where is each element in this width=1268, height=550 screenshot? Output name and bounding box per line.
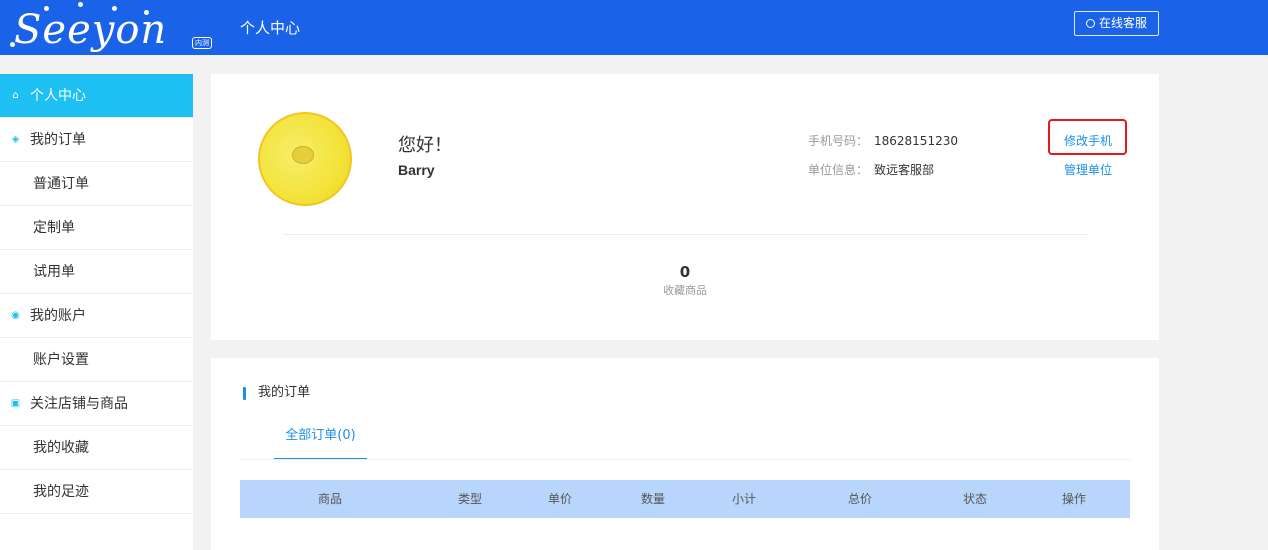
page-title: 个人中心 — [240, 19, 301, 37]
sidebar-item-label: 我的账户 — [30, 308, 86, 324]
logo-wordmark: Seeyon — [14, 7, 168, 53]
sidebar-item-followed-stores[interactable]: ▣ 关注店铺与商品 — [0, 382, 193, 426]
sidebar-item-label: 试用单 — [33, 264, 75, 280]
online-service-button[interactable]: 在线客服 — [1074, 11, 1159, 36]
seeyon-logo[interactable]: Seeyon 内测 — [4, 2, 214, 54]
unit-label: 单位信息： — [808, 163, 869, 177]
avatar[interactable] — [258, 112, 352, 206]
phone-label: 手机号码： — [808, 134, 869, 148]
online-service-label: 在线客服 — [1098, 16, 1147, 30]
heart-icon: ▣ — [10, 398, 21, 409]
column-header: 总价 — [847, 492, 872, 506]
account-icon: ◉ — [11, 310, 20, 321]
sidebar: ⌂ 个人中心 ◈ 我的订单 普通订单 定制单 试用单 ◉ 我的账户 账户设置 ▣… — [0, 74, 193, 550]
column-header: 单价 — [547, 492, 572, 506]
orders-table-header: 商品 类型 单价 数量 小计 总价 状态 操作 — [240, 480, 1130, 518]
layers-icon: ◈ — [11, 134, 20, 145]
change-phone-link[interactable]: 修改手机 — [1064, 133, 1112, 149]
column-header: 状态 — [962, 492, 987, 506]
sidebar-item-label: 个人中心 — [30, 88, 86, 104]
section-marker — [243, 387, 246, 400]
column-header: 数量 — [640, 492, 665, 506]
favorites-count[interactable]: 0 — [640, 262, 730, 282]
avatar-image-detail — [292, 146, 314, 164]
sidebar-item-label: 我的订单 — [30, 132, 86, 148]
sidebar-item-my-orders[interactable]: ◈ 我的订单 — [0, 118, 193, 162]
beta-badge: 内测 — [192, 37, 212, 49]
sidebar-item-label: 定制单 — [33, 220, 75, 236]
sidebar-item-my-favorites[interactable]: 我的收藏 — [0, 426, 193, 470]
home-icon: ⌂ — [12, 90, 19, 101]
column-header: 操作 — [1061, 492, 1086, 506]
favorites-label[interactable]: 收藏商品 — [640, 284, 730, 298]
sidebar-item-personal-center[interactable]: ⌂ 个人中心 — [0, 74, 193, 118]
orders-section-title: 我的订单 — [258, 385, 311, 400]
sidebar-item-label: 我的收藏 — [33, 440, 89, 456]
manage-unit-link[interactable]: 管理单位 — [1064, 162, 1112, 178]
column-header: 类型 — [457, 492, 482, 506]
column-header: 商品 — [317, 492, 342, 506]
sidebar-item-label: 我的足迹 — [33, 484, 89, 500]
top-bar: Seeyon 内测 个人中心 在线客服 — [0, 0, 1268, 55]
phone-value: 18628151230 — [874, 134, 958, 148]
sidebar-item-trial-orders[interactable]: 试用单 — [0, 250, 193, 294]
sidebar-item-label: 账户设置 — [33, 352, 89, 368]
unit-value: 致远客服部 — [874, 163, 935, 177]
sidebar-item-my-footprints[interactable]: 我的足迹 — [0, 470, 193, 514]
tab-all-orders[interactable]: 全部订单(0) — [274, 426, 367, 460]
sidebar-item-normal-orders[interactable]: 普通订单 — [0, 162, 193, 206]
profile-divider — [283, 234, 1088, 235]
sidebar-item-label: 普通订单 — [33, 176, 89, 192]
greeting-text: 您好！ — [398, 135, 452, 156]
main-card — [211, 74, 1159, 550]
sidebar-item-custom-orders[interactable]: 定制单 — [0, 206, 193, 250]
column-header: 小计 — [731, 492, 756, 506]
username: Barry — [398, 162, 435, 178]
sidebar-item-label: 关注店铺与商品 — [30, 396, 128, 412]
service-icon — [1085, 19, 1095, 28]
section-separator — [211, 340, 1159, 358]
sidebar-item-account-settings[interactable]: 账户设置 — [0, 338, 193, 382]
tab-underline — [240, 459, 1130, 460]
sidebar-item-my-account[interactable]: ◉ 我的账户 — [0, 294, 193, 338]
